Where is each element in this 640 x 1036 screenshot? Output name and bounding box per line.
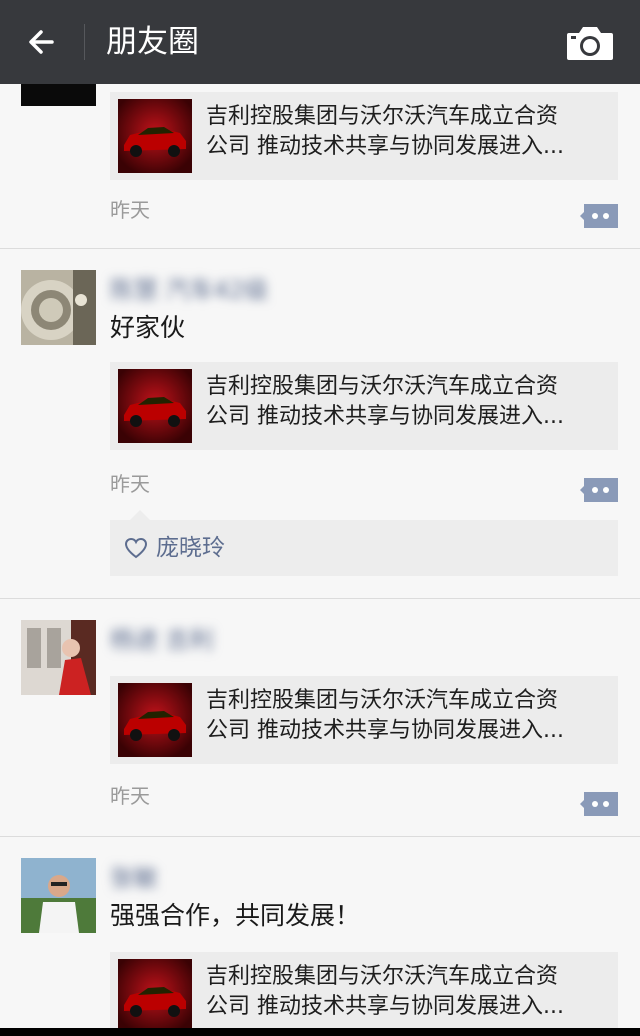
post-time: 昨天 (110, 784, 150, 808)
back-button[interactable] (22, 22, 66, 62)
camera-icon (567, 27, 613, 60)
likes-panel: 庞晓玲 (110, 510, 618, 576)
page-title: 朋友圈 (106, 24, 199, 60)
link-card[interactable]: 吉利控股集团与沃尔沃汽车成立合资 公司 推动技术共享与协同发展进入... (110, 952, 618, 1036)
article-title-line: 吉利控股集团与沃尔沃汽车成立合资 (206, 104, 559, 129)
comment-icon (580, 204, 618, 228)
article-title: 吉利控股集团与沃尔沃汽车成立合资 公司 推动技术共享与协同发展进入... (206, 372, 610, 434)
moments-feed[interactable]: 吉利控股集团与沃尔沃汽车成立合资 公司 推动技术共享与协同发展进入... 昨天 (0, 84, 640, 1036)
article-thumbnail (118, 369, 192, 443)
moment-post: 杨进 吉利 吉利控股集团与沃尔沃汽车成立合资 公司 推动技术共享与协同发展进入.… (0, 620, 640, 840)
avatar[interactable] (21, 270, 96, 345)
article-title-line: 公司 推动技术共享与协同发展进入... (206, 994, 564, 1019)
liker-name[interactable]: 庞晓玲 (156, 532, 225, 564)
post-time: 昨天 (110, 198, 150, 222)
comment-button[interactable] (580, 476, 620, 504)
article-thumbnail (118, 959, 192, 1033)
comment-icon (580, 478, 618, 502)
article-title: 吉利控股集团与沃尔沃汽车成立合资 公司 推动技术共享与协同发展进入... (206, 962, 610, 1024)
post-time: 昨天 (110, 472, 150, 496)
arrow-left-icon (29, 30, 54, 54)
link-card[interactable]: 吉利控股集团与沃尔沃汽车成立合资 公司 推动技术共享与协同发展进入... (110, 362, 618, 450)
article-title: 吉利控股集团与沃尔沃汽车成立合资 公司 推动技术共享与协同发展进入... (206, 686, 610, 748)
post-text: 强强合作，共同发展！ (110, 901, 361, 930)
article-title-line: 吉利控股集团与沃尔沃汽车成立合资 (206, 688, 559, 713)
user-name[interactable]: 杨进 吉利 (110, 626, 214, 654)
comment-button[interactable] (580, 202, 620, 230)
system-bottom-edge (0, 1028, 640, 1036)
article-thumbnail (118, 683, 192, 757)
avatar[interactable] (21, 620, 96, 695)
post-divider (0, 836, 640, 837)
user-name[interactable]: 张敏 (110, 864, 158, 892)
article-title-line: 公司 推动技术共享与协同发展进入... (206, 404, 564, 429)
camera-button[interactable] (565, 24, 615, 62)
post-divider (0, 248, 640, 249)
moment-post: 张敏 强强合作，共同发展！ 吉利控股集团与沃尔沃汽车成立合资 公司 推动技术共享… (0, 858, 640, 1036)
top-bar: 朋友圈 (0, 0, 640, 84)
post-text: 好家伙 (110, 313, 186, 342)
article-title-line: 吉利控股集团与沃尔沃汽车成立合资 (206, 374, 559, 399)
header-divider (84, 24, 85, 60)
moment-post: 吉利控股集团与沃尔沃汽车成立合资 公司 推动技术共享与协同发展进入... 昨天 (0, 84, 640, 248)
user-name[interactable]: 陈慧 汽车42级 (110, 276, 268, 304)
heart-icon (124, 537, 148, 559)
article-title-line: 公司 推动技术共享与协同发展进入... (206, 718, 564, 743)
comment-button[interactable] (580, 790, 620, 818)
comment-icon (580, 792, 618, 816)
article-thumbnail (118, 99, 192, 173)
avatar[interactable] (21, 84, 96, 106)
moment-post: 陈慧 汽车42级 好家伙 吉利控股集团与沃尔沃汽车成立合资 公司 推动技术共享与… (0, 270, 640, 590)
article-title-line: 吉利控股集团与沃尔沃汽车成立合资 (206, 964, 559, 989)
link-card[interactable]: 吉利控股集团与沃尔沃汽车成立合资 公司 推动技术共享与协同发展进入... (110, 92, 618, 180)
link-card[interactable]: 吉利控股集团与沃尔沃汽车成立合资 公司 推动技术共享与协同发展进入... (110, 676, 618, 764)
likes-arrow (130, 510, 150, 520)
avatar[interactable] (21, 858, 96, 933)
post-divider (0, 598, 640, 599)
article-title-line: 公司 推动技术共享与协同发展进入... (206, 134, 564, 159)
article-title: 吉利控股集团与沃尔沃汽车成立合资 公司 推动技术共享与协同发展进入... (206, 102, 610, 164)
